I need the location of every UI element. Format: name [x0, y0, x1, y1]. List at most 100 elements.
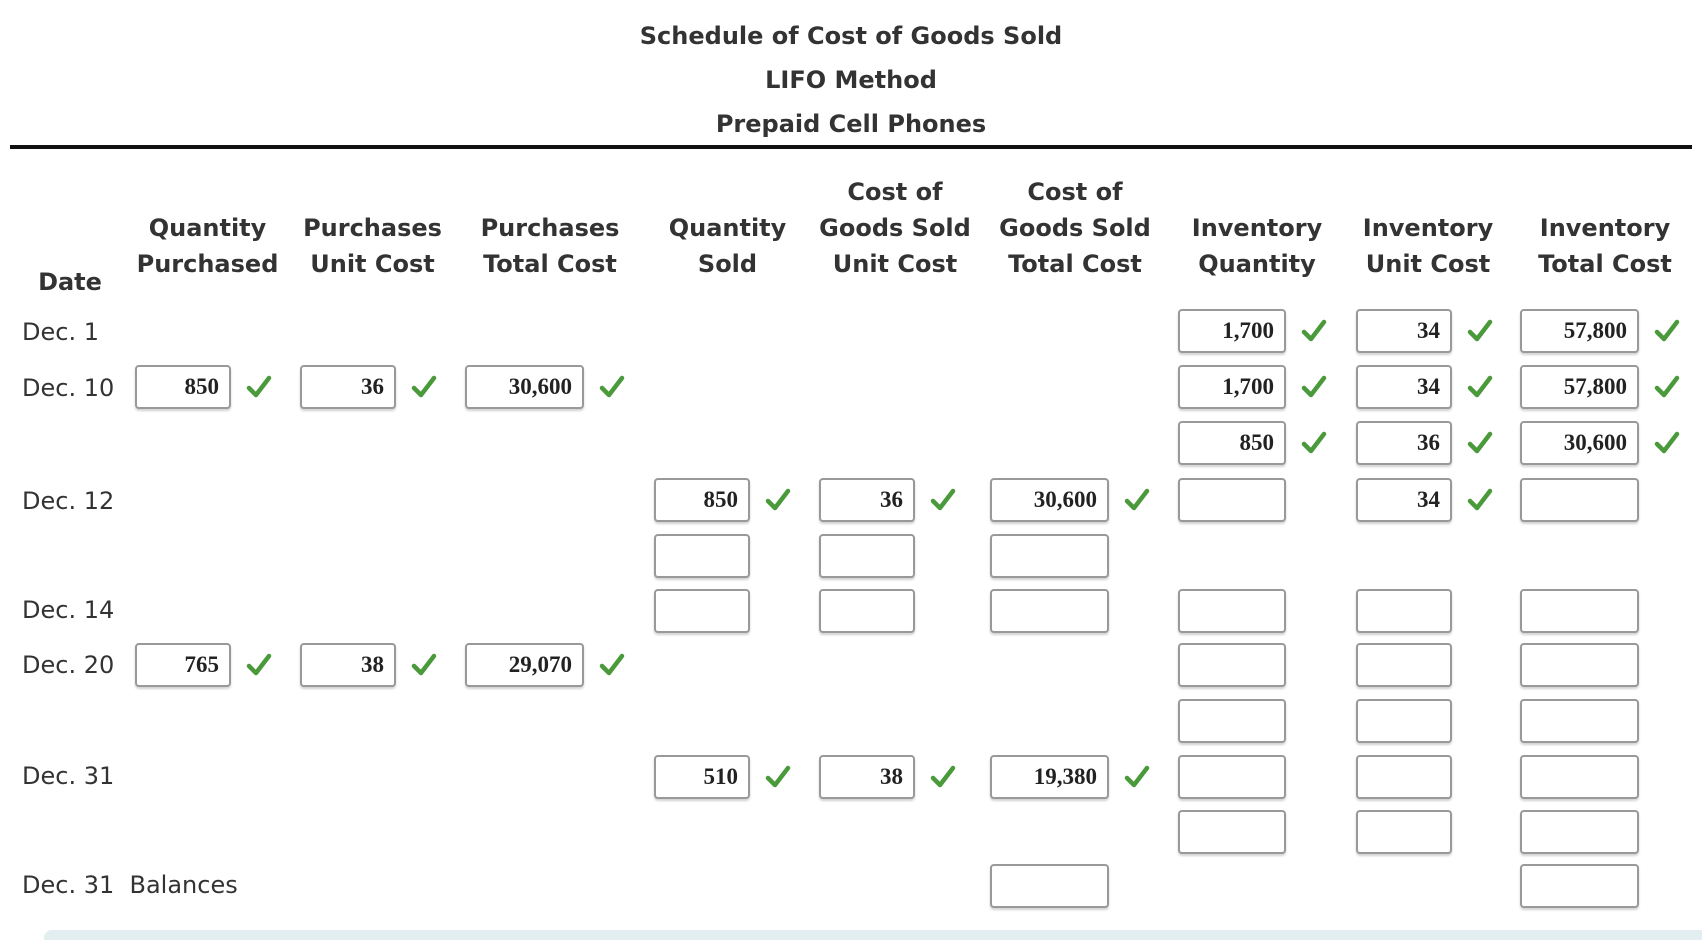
header-line: Total Cost — [1008, 250, 1142, 278]
inv-unit-input[interactable] — [1356, 755, 1452, 799]
header-quantity-sold: Quantity Sold — [650, 210, 805, 282]
checkmark-icon — [1467, 374, 1493, 400]
inv-qty-input[interactable]: 1,700 — [1178, 365, 1286, 409]
inv-qty-input[interactable] — [1178, 755, 1286, 799]
header-cogs-total-cost: Cost of Goods Sold Total Cost — [990, 174, 1160, 282]
cogs-unit-input[interactable] — [819, 534, 915, 578]
date-label: Dec. 14 — [22, 596, 115, 624]
inv-qty-input[interactable]: 850 — [1178, 421, 1286, 465]
header-line: Unit Cost — [1365, 250, 1491, 278]
qty-sold-input[interactable]: 510 — [654, 755, 750, 799]
checkmark-icon — [1301, 374, 1327, 400]
purch-unit-input[interactable]: 36 — [300, 365, 396, 409]
checkmark-icon — [599, 374, 625, 400]
inv-total-input[interactable] — [1520, 755, 1639, 799]
inv-qty-input[interactable] — [1178, 589, 1286, 633]
inv-unit-input[interactable]: 34 — [1356, 478, 1452, 522]
checkmark-icon — [1124, 764, 1150, 790]
inv-total-input[interactable] — [1520, 810, 1639, 854]
inv-total-input[interactable]: 57,800 — [1520, 309, 1639, 353]
checkmark-icon — [1301, 430, 1327, 456]
footer-panel — [44, 930, 1702, 940]
inv-unit-input[interactable]: 34 — [1356, 309, 1452, 353]
header-line: Purchases — [303, 214, 442, 242]
purch-total-input[interactable]: 29,070 — [465, 643, 584, 687]
checkmark-icon — [246, 652, 272, 678]
cogs-total-input[interactable]: 30,600 — [990, 478, 1109, 522]
header-line: Inventory — [1191, 214, 1323, 242]
inv-unit-input[interactable]: 34 — [1356, 365, 1452, 409]
header-line: Goods Sold — [819, 214, 971, 242]
cogs-total-input[interactable] — [990, 864, 1109, 908]
header-line: Purchased — [136, 250, 279, 278]
qty-purchased-input[interactable]: 850 — [135, 365, 231, 409]
cogs-total-input[interactable]: 19,380 — [990, 755, 1109, 799]
inv-total-input[interactable] — [1520, 643, 1639, 687]
header-purchases-total-cost: Purchases Total Cost — [465, 210, 635, 282]
inv-total-input[interactable] — [1520, 478, 1639, 522]
title-line-3: Prepaid Cell Phones — [715, 110, 987, 138]
qty-purchased-input[interactable]: 765 — [135, 643, 231, 687]
cogs-unit-input[interactable]: 38 — [819, 755, 915, 799]
header-inventory-total-cost: Inventory Total Cost — [1520, 210, 1690, 282]
header-line: Goods Sold — [999, 214, 1151, 242]
inv-total-input[interactable] — [1520, 864, 1639, 908]
cogs-total-input[interactable] — [990, 534, 1109, 578]
header-line: Inventory — [1539, 214, 1671, 242]
checkmark-icon — [246, 374, 272, 400]
inv-unit-input[interactable] — [1356, 810, 1452, 854]
inv-unit-input[interactable] — [1356, 643, 1452, 687]
date-label: Dec. 10 — [22, 374, 115, 402]
qty-sold-input[interactable]: 850 — [654, 478, 750, 522]
header-line: Total Cost — [1538, 250, 1672, 278]
header-inventory-unit-cost: Inventory Unit Cost — [1343, 210, 1513, 282]
header-line: Sold — [697, 250, 758, 278]
checkmark-icon — [1124, 487, 1150, 513]
qty-sold-input[interactable] — [654, 534, 750, 578]
inv-total-input[interactable] — [1520, 699, 1639, 743]
checkmark-icon — [1467, 487, 1493, 513]
header-line: Unit Cost — [310, 250, 435, 278]
checkmark-icon — [1467, 318, 1493, 344]
checkmark-icon — [765, 764, 791, 790]
header-line: Unit Cost — [832, 250, 958, 278]
header-line: Inventory — [1362, 214, 1494, 242]
inv-total-input[interactable] — [1520, 589, 1639, 633]
cogs-unit-input[interactable]: 36 — [819, 478, 915, 522]
inv-unit-input[interactable] — [1356, 699, 1452, 743]
inv-qty-input[interactable]: 1,700 — [1178, 309, 1286, 353]
header-quantity-purchased: Quantity Purchased — [125, 210, 290, 282]
header-inventory-quantity: Inventory Quantity — [1172, 210, 1342, 282]
header-line: Cost of — [1027, 178, 1123, 206]
date-label: Dec. 12 — [22, 487, 115, 515]
inv-unit-input[interactable]: 36 — [1356, 421, 1452, 465]
cogs-unit-input[interactable] — [819, 589, 915, 633]
inv-qty-input[interactable] — [1178, 810, 1286, 854]
inv-total-input[interactable]: 30,600 — [1520, 421, 1639, 465]
header-line: Quantity — [148, 214, 267, 242]
inv-qty-input[interactable] — [1178, 643, 1286, 687]
header-cogs-unit-cost: Cost of Goods Sold Unit Cost — [810, 174, 980, 282]
inv-qty-input[interactable] — [1178, 699, 1286, 743]
checkmark-icon — [1654, 430, 1680, 456]
inv-total-input[interactable]: 57,800 — [1520, 365, 1639, 409]
header-date: Date — [38, 268, 102, 296]
date-label: Dec. 31 — [22, 762, 115, 790]
qty-sold-input[interactable] — [654, 589, 750, 633]
title-divider — [10, 145, 1692, 149]
purch-total-input[interactable]: 30,600 — [465, 365, 584, 409]
cogs-total-input[interactable] — [990, 589, 1109, 633]
purch-unit-input[interactable]: 38 — [300, 643, 396, 687]
checkmark-icon — [765, 487, 791, 513]
header-line: Cost of — [847, 178, 943, 206]
inv-unit-input[interactable] — [1356, 589, 1452, 633]
checkmark-icon — [599, 652, 625, 678]
header-line: Quantity — [668, 214, 787, 242]
checkmark-icon — [1654, 374, 1680, 400]
checkmark-icon — [1467, 430, 1493, 456]
date-label: Dec. 1 — [22, 318, 99, 346]
inv-qty-input[interactable] — [1178, 478, 1286, 522]
header-line: Quantity — [1198, 250, 1316, 278]
date-label: Dec. 20 — [22, 651, 115, 679]
title-line-1: Schedule of Cost of Goods Sold — [639, 22, 1063, 50]
